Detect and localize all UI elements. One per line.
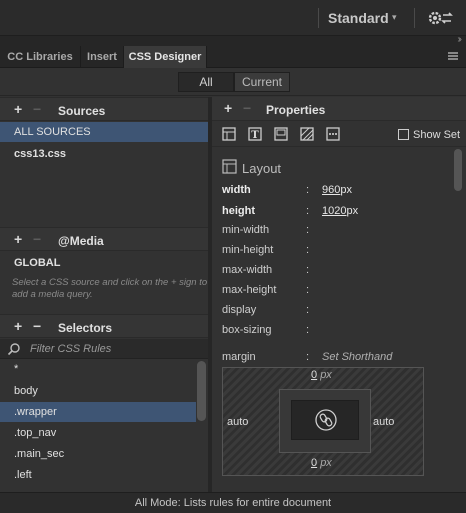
- separator: [414, 8, 415, 28]
- property-margin[interactable]: margin : Set Shorthand: [222, 348, 452, 368]
- more-category-icon[interactable]: [326, 127, 340, 141]
- chevron-down-icon[interactable]: ▾: [392, 12, 397, 23]
- media-title: @Media: [58, 234, 104, 248]
- property-category-bar: T Show Set: [212, 121, 466, 147]
- separator: [318, 8, 319, 28]
- content-box: [291, 400, 359, 440]
- property-name: max-height: [222, 284, 277, 296]
- properties-scrollbar[interactable]: [454, 149, 462, 191]
- source-css13[interactable]: css13.css: [0, 144, 208, 164]
- filter-css-rules-input[interactable]: Filter CSS Rules: [0, 339, 208, 359]
- margin-left-value[interactable]: auto: [227, 416, 248, 428]
- media-header: + − @Media: [0, 227, 208, 251]
- properties-title: Properties: [266, 103, 326, 117]
- property-box-sizing[interactable]: box-sizing :: [222, 321, 452, 341]
- checkbox-box[interactable]: [398, 129, 409, 140]
- mode-current-button[interactable]: Current: [234, 72, 290, 92]
- layout-icon: [222, 159, 237, 174]
- add-property-button[interactable]: +: [224, 100, 232, 116]
- margin-box-widget: 0 px auto auto 0 px: [222, 367, 424, 476]
- panel-collapse-strip[interactable]: ››: [0, 34, 466, 46]
- add-source-button[interactable]: +: [14, 101, 22, 117]
- media-hint: Select a CSS source and click on the + s…: [12, 277, 208, 300]
- property-min-height[interactable]: min-height :: [222, 241, 452, 261]
- property-name: min-height: [222, 244, 274, 256]
- media-global[interactable]: GLOBAL: [0, 253, 208, 273]
- layout-section-title: Layout: [242, 161, 282, 176]
- margin-right-value[interactable]: auto: [373, 416, 394, 428]
- search-icon: [7, 343, 20, 356]
- property-name: display: [222, 304, 257, 316]
- show-set-checkbox[interactable]: Show Set: [398, 129, 460, 141]
- remove-media-button[interactable]: −: [33, 231, 41, 247]
- property-name: box-sizing: [222, 324, 272, 336]
- workspace-switcher[interactable]: Standard: [328, 10, 389, 26]
- set-shorthand-field[interactable]: Set Shorthand: [322, 351, 392, 363]
- sources-header: + − Sources: [0, 97, 208, 121]
- tab-css-designer[interactable]: CSS Designer: [124, 46, 207, 68]
- selector-item[interactable]: .main_sec: [0, 444, 196, 464]
- margin-top-value[interactable]: 0 px: [311, 369, 332, 381]
- remove-source-button[interactable]: −: [33, 101, 41, 117]
- property-value[interactable]: 960px: [322, 184, 352, 196]
- selectors-title: Selectors: [58, 321, 113, 335]
- property-display[interactable]: display :: [222, 301, 452, 321]
- layout-category-icon[interactable]: [222, 127, 236, 141]
- selectors-header: + − Selectors: [0, 314, 208, 338]
- panel-menu-icon[interactable]: [448, 52, 458, 60]
- property-width[interactable]: width : 960px: [222, 181, 452, 201]
- property-name: width: [222, 184, 251, 196]
- background-category-icon[interactable]: [300, 127, 314, 141]
- link-icon[interactable]: [315, 409, 337, 431]
- add-media-button[interactable]: +: [14, 231, 22, 247]
- selector-item[interactable]: .wrapper: [0, 402, 196, 422]
- property-value[interactable]: 1020px: [322, 205, 358, 217]
- property-min-width[interactable]: min-width :: [222, 221, 452, 241]
- remove-property-button[interactable]: −: [243, 100, 251, 116]
- property-max-height[interactable]: max-height :: [222, 281, 452, 301]
- selector-item[interactable]: *: [0, 359, 196, 379]
- left-column: + − Sources ALL SOURCES css13.css + − @M…: [0, 97, 208, 492]
- properties-panel: + − Properties T Show Set Layout width:…: [212, 97, 466, 492]
- selectors-scrollbar[interactable]: [197, 361, 206, 421]
- margin-inner-box: [279, 389, 371, 453]
- property-name: max-width: [222, 264, 273, 276]
- collapse-panels-icon[interactable]: ››: [457, 34, 461, 45]
- selector-item[interactable]: .top_nav: [0, 423, 196, 443]
- mode-all-button[interactable]: All: [178, 72, 234, 92]
- property-name: min-width: [222, 224, 270, 236]
- add-selector-button[interactable]: +: [14, 318, 22, 334]
- border-category-icon[interactable]: [274, 127, 288, 141]
- property-height[interactable]: height : 1020px: [222, 202, 452, 222]
- property-name: margin: [222, 351, 256, 363]
- filter-placeholder: Filter CSS Rules: [30, 343, 112, 355]
- tab-insert[interactable]: Insert: [81, 46, 124, 68]
- show-set-label: Show Set: [413, 129, 461, 141]
- sources-title: Sources: [58, 104, 106, 118]
- selector-item[interactable]: .left: [0, 465, 196, 485]
- property-max-width[interactable]: max-width :: [222, 261, 452, 281]
- sync-settings-icon[interactable]: [428, 9, 454, 27]
- selector-item[interactable]: body: [0, 381, 196, 401]
- remove-selector-button[interactable]: −: [33, 318, 41, 334]
- application-bar: Standard ▾: [0, 0, 466, 36]
- tab-cc-libraries[interactable]: CC Libraries: [0, 46, 81, 68]
- status-bar: All Mode: Lists rules for entire documen…: [0, 492, 466, 513]
- source-all-sources[interactable]: ALL SOURCES: [0, 122, 208, 142]
- panel-tabs: CC Libraries Insert CSS Designer: [0, 46, 466, 68]
- margin-bottom-value[interactable]: 0 px: [311, 457, 332, 469]
- property-name: height: [222, 205, 255, 217]
- svg-text:T: T: [251, 130, 259, 141]
- text-category-icon[interactable]: T: [248, 127, 262, 141]
- selectors-list: * body .wrapper .top_nav .main_sec .left: [0, 359, 196, 492]
- properties-header: + − Properties: [212, 97, 466, 121]
- mode-switch-row: All Current: [0, 68, 466, 96]
